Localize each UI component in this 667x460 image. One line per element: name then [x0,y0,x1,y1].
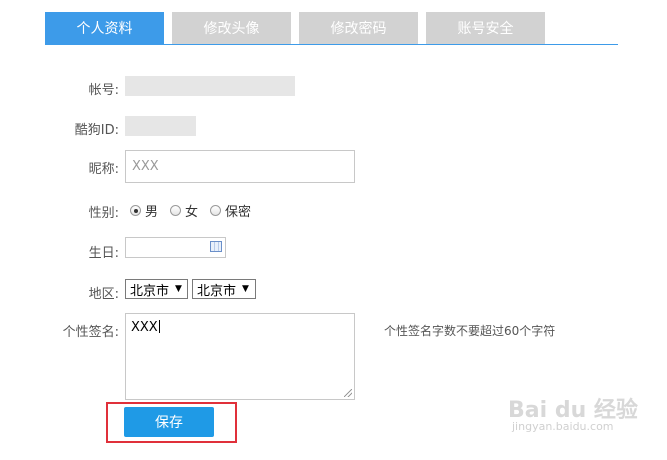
gender-secret-radio[interactable] [210,205,222,216]
watermark-url: jingyan.baidu.com [512,420,614,433]
nickname-label: 昵称: [88,162,119,177]
signature-label: 个性签名: [62,325,119,340]
dropdown-arrow-icon: ▼ [242,284,249,294]
nickname-input[interactable]: XXX [125,150,355,183]
gender-secret-label[interactable]: 保密 [225,201,251,220]
dropdown-arrow-icon: ▼ [175,284,182,294]
gender-female-radio[interactable] [170,205,182,216]
city-selected-value: 北京市 [197,283,237,299]
birthday-label: 生日: [88,246,119,261]
tab-change-password[interactable]: 修改密码 [299,12,418,44]
province-selected-value: 北京市 [130,283,170,299]
region-label: 地区: [88,287,119,302]
gender-label: 性别: [88,206,119,221]
kugou-id-label: 酷狗ID: [74,123,119,138]
account-label: 帐号: [88,83,119,98]
gender-male-radio[interactable] [130,205,141,216]
province-select[interactable]: 北京市 ▼ [125,279,188,299]
resize-handle-icon[interactable] [344,389,352,397]
kugou-id-value-redacted [125,116,196,136]
tab-profile[interactable]: 个人资料 [45,12,164,44]
gender-male-label[interactable]: 男 [145,201,158,220]
signature-text: XXX [131,320,158,335]
save-button[interactable]: 保存 [124,407,214,437]
calendar-icon[interactable] [210,241,222,252]
tab-account-security[interactable]: 账号安全 [426,12,545,44]
city-select[interactable]: 北京市 ▼ [192,279,256,299]
text-caret [158,320,160,333]
signature-textarea[interactable]: XXX [125,313,355,400]
gender-radio-group: 男 女 保密 [130,201,259,220]
tab-bar: 个人资料 修改头像 修改密码 账号安全 [45,12,618,45]
account-value-redacted [125,76,295,96]
gender-female-label[interactable]: 女 [185,201,198,220]
signature-hint: 个性签名字数不要超过60个字符 [384,324,556,338]
tab-change-avatar[interactable]: 修改头像 [172,12,291,44]
